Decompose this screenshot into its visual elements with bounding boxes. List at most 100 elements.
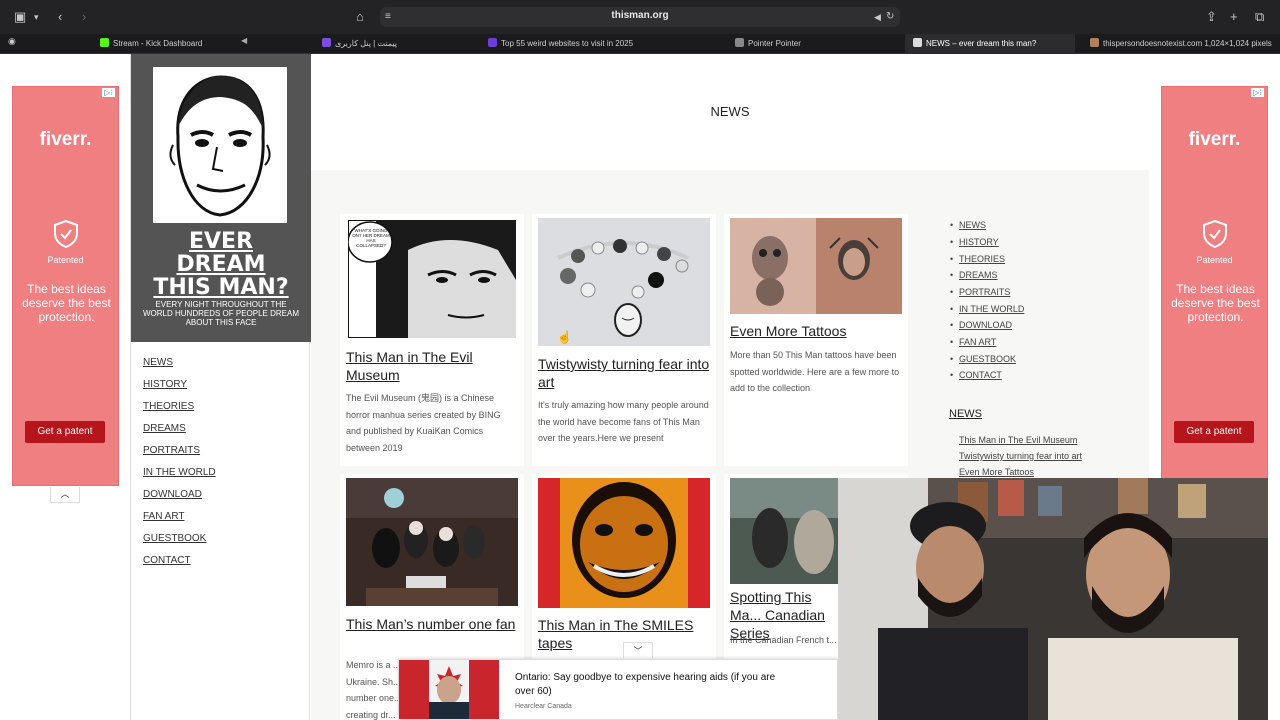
post-title[interactable]: Even More Tattoos	[730, 322, 902, 340]
speech-bubble: WHAT'S GOING ON? HER DREAM HAS COLLAPSED…	[352, 228, 390, 248]
home-icon[interactable]: ⌂	[356, 9, 364, 25]
site-tagline: EVERY NIGHT THROUGHOUT THE WORLD HUNDRED…	[142, 300, 300, 327]
tab-label: Stream - Kick Dashboard	[113, 39, 203, 48]
post-thumbnail[interactable]	[730, 478, 844, 584]
tab-label: Pointer Pointer	[748, 39, 801, 48]
forward-icon[interactable]: ›	[82, 9, 86, 25]
ad-image	[399, 660, 499, 719]
left-nav-portraits[interactable]: PORTRAITS	[143, 445, 200, 456]
this-man-portrait	[153, 67, 287, 223]
tab-bar: ◉ Stream - Kick Dashboard پیمنت | پنل کا…	[0, 34, 1280, 54]
image-icon	[1090, 38, 1099, 47]
site-title-line-3: THIS MAN?	[153, 275, 289, 300]
post-thumbnail[interactable]	[730, 218, 902, 314]
sidebar-toggle-icon[interactable]: ▣	[14, 9, 26, 25]
site-icon	[913, 38, 922, 47]
tab-group-icon[interactable]: ◉	[8, 36, 16, 47]
recent-post-link[interactable]: This Man in The Evil Museum	[959, 435, 1077, 445]
recent-news-heading[interactable]: NEWS	[949, 408, 982, 420]
bottom-ad-banner[interactable]: Ontario: Say goodbye to expensive hearin…	[398, 659, 838, 720]
right-nav-news[interactable]: NEWS	[950, 220, 986, 230]
left-nav-guestbook[interactable]: GUESTBOOK	[143, 533, 206, 544]
right-nav-fan-art[interactable]: FAN ART	[950, 337, 996, 347]
post-excerpt: In the Canadian French t...	[730, 635, 837, 645]
get-patent-button[interactable]: Get a patent	[1174, 421, 1254, 443]
share-icon[interactable]: ⇪	[1206, 9, 1217, 25]
browser-toolbar: ▣ ▾ ‹ › ⌂ ≡ thisman.org ◀ ↻ ⇪ + ⧉	[0, 0, 1280, 34]
recent-post-link[interactable]: Twistywisty turning fear into art	[959, 451, 1082, 461]
adchoices-icon[interactable]: ▷⁝	[1251, 88, 1264, 97]
page-title: NEWS	[710, 104, 750, 119]
right-nav-guestbook[interactable]: GUESTBOOK	[950, 354, 1016, 364]
post-thumbnail[interactable]	[346, 478, 518, 606]
post-excerpt: The Evil Museum (鬼园) is a Chinese horror…	[346, 393, 501, 453]
tab-kick-dashboard[interactable]: Stream - Kick Dashboard	[100, 34, 255, 54]
right-nav-contact[interactable]: CONTACT	[950, 370, 1002, 380]
right-nav-theories[interactable]: THEORIES	[950, 254, 1005, 264]
post-card: WHAT'S GOING ON? HER DREAM HAS COLLAPSED…	[340, 214, 524, 466]
post-excerpt: It's truly amazing how many people aroun…	[538, 400, 709, 443]
reload-icon[interactable]: ↻	[886, 9, 894, 25]
left-sidebar: EVER DREAM THIS MAN? EVERY NIGHT THROUGH…	[130, 54, 311, 720]
get-patent-button[interactable]: Get a patent	[25, 421, 105, 443]
tab-payment[interactable]: پیمنت | پنل کاربری	[322, 34, 457, 54]
post-excerpt: Memro is a ... Ukraine. Sh... number one…	[346, 660, 402, 720]
ad-logo: fiverr.	[39, 129, 92, 150]
tab-weird-websites[interactable]: Top 55 weird websites to visit in 2025	[488, 34, 663, 54]
left-ad[interactable]: ▷⁝ fiverr. Patented The best ideas deser…	[12, 86, 119, 486]
shield-icon	[1203, 220, 1227, 248]
left-nav-dreams[interactable]: DREAMS	[143, 423, 186, 434]
left-nav-fan-art[interactable]: FAN ART	[143, 511, 185, 522]
right-nav-download[interactable]: DOWNLOAD	[950, 320, 1012, 330]
left-nav-theories[interactable]: THEORIES	[143, 401, 194, 412]
tab-label: NEWS – ever dream this man?	[926, 39, 1037, 48]
ad-patented: Patented	[47, 255, 84, 265]
site-logo[interactable]: EVER DREAM THIS MAN? EVERY NIGHT THROUGH…	[131, 54, 311, 342]
post-title[interactable]: Twistywisty turning fear into art	[538, 355, 710, 391]
tab-pointer-pointer[interactable]: Pointer Pointer	[735, 34, 865, 54]
ad-logo: fiverr.	[1188, 129, 1241, 150]
pointer-icon	[735, 38, 744, 47]
tab-label: پیمنت | پنل کاربری	[335, 39, 397, 48]
right-nav-dreams[interactable]: DREAMS	[950, 270, 997, 280]
right-nav-history[interactable]: HISTORY	[950, 237, 999, 247]
address-bar[interactable]: ≡ thisman.org ◀ ↻	[380, 7, 900, 27]
post-thumbnail[interactable]	[538, 218, 710, 346]
tab-this-person[interactable]: thispersondoesnotexist.com 1,024×1,024 p…	[1090, 34, 1275, 54]
cursor-hand-icon: ☝	[557, 330, 572, 344]
post-thumbnail[interactable]	[538, 478, 710, 608]
right-nav-in-the-world[interactable]: IN THE WORLD	[950, 304, 1024, 314]
chevron-down-icon[interactable]: ﹀	[623, 642, 653, 658]
shield-icon	[54, 220, 78, 248]
post-card: Even More Tattoos More than 50 This Man …	[724, 214, 908, 466]
webcam-overlay	[838, 478, 1268, 720]
post-title[interactable]: This Man in The Evil Museum	[346, 348, 516, 384]
left-nav-contact[interactable]: CONTACT	[143, 555, 191, 566]
tab-label: thispersondoesnotexist.com 1,024×1,024 p…	[1103, 39, 1272, 48]
chevron-down-icon[interactable]: ▾	[34, 9, 39, 25]
left-nav-in-the-world[interactable]: IN THE WORLD	[143, 467, 216, 478]
page-header: NEWS	[311, 54, 1149, 170]
payment-icon	[322, 38, 331, 47]
back-icon[interactable]: ‹	[58, 9, 62, 25]
left-nav-history[interactable]: HISTORY	[143, 379, 187, 390]
ad-headline: The best ideas deserve the best protecti…	[1171, 282, 1260, 324]
left-nav-download[interactable]: DOWNLOAD	[143, 489, 202, 500]
chevron-up-icon[interactable]: ︿	[50, 487, 80, 503]
site-title-line-2: DREAM	[176, 252, 266, 277]
site-title-line-1: EVER	[188, 229, 254, 254]
right-nav-portraits[interactable]: PORTRAITS	[950, 287, 1010, 297]
url-text: thisman.org	[611, 10, 669, 21]
right-ad[interactable]: ▷⁝ fiverr. Patented The best ideas deser…	[1161, 86, 1268, 486]
tabs-overview-icon[interactable]: ⧉	[1255, 9, 1264, 25]
adchoices-icon[interactable]: ▷⁝	[102, 88, 115, 97]
mute-icon[interactable]: ◀	[874, 9, 881, 25]
recent-post-link[interactable]: Even More Tattoos	[959, 467, 1034, 477]
ad-headline: The best ideas deserve the best protecti…	[22, 282, 111, 324]
ad-patented: Patented	[1196, 255, 1233, 265]
tab-news-this-man[interactable]: NEWS – ever dream this man?	[905, 34, 1075, 54]
left-nav-news[interactable]: NEWS	[143, 357, 173, 368]
tab-scroll-left-icon[interactable]: ◀	[241, 36, 247, 45]
new-tab-icon[interactable]: +	[1230, 9, 1238, 25]
post-title[interactable]: This Man’s number one fan	[346, 615, 516, 633]
